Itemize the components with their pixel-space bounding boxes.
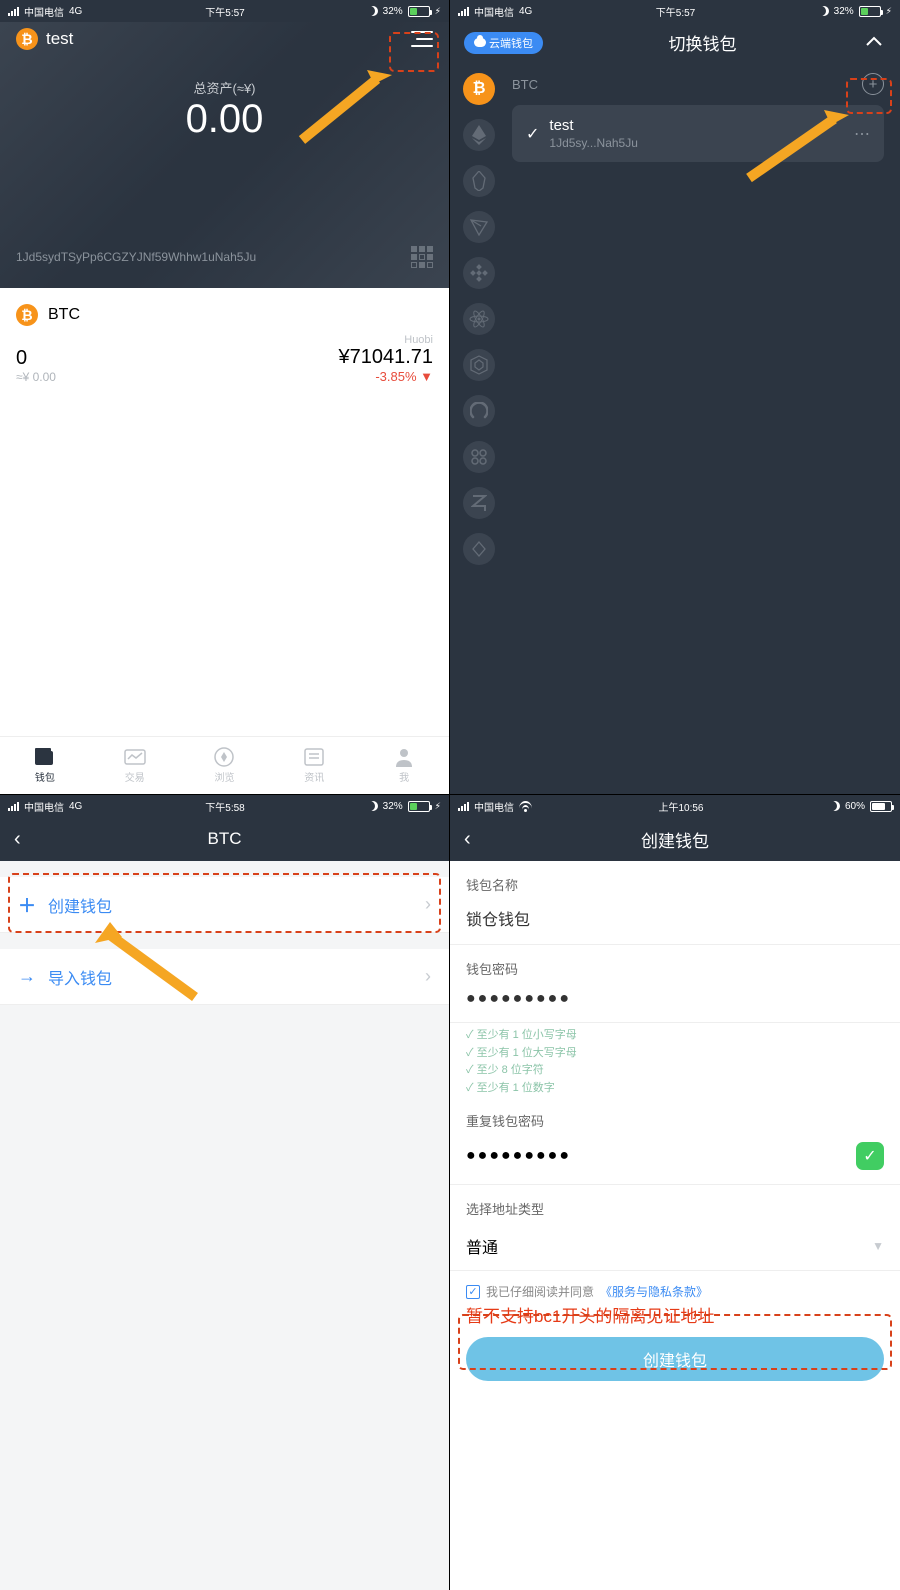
person-icon	[393, 747, 415, 767]
check-ok-icon: ✓	[856, 1142, 884, 1170]
chain-sidebar: ₿	[450, 63, 508, 789]
wifi-icon	[519, 801, 532, 811]
section-label: BTC	[512, 77, 538, 92]
status-bar: 中国电信4G 下午5:57 32%⚡︎	[450, 0, 900, 22]
chain-atom[interactable]	[463, 303, 495, 335]
highlight-create	[8, 873, 441, 933]
wallet-icon	[34, 747, 56, 767]
chevron-right-icon: ›	[425, 966, 431, 987]
repeat-password-input[interactable]: ●●●●●●●●●	[466, 1147, 856, 1165]
agree-row[interactable]: ✓ 我已仔细阅读并同意 《服务与隐私条款》	[450, 1271, 900, 1302]
chain-ont[interactable]	[463, 395, 495, 427]
highlight-add	[846, 78, 892, 114]
cloud-icon	[474, 38, 486, 47]
chain-coin8[interactable]	[463, 441, 495, 473]
address-type-select[interactable]: 普通 ▼	[450, 1222, 900, 1271]
chain-eth[interactable]	[463, 119, 495, 151]
name-label: 钱包名称	[450, 861, 900, 898]
status-bar: 中国电信4G 下午5:57 32%⚡︎	[0, 0, 449, 22]
status-bar: 中国电信4G 下午5:58 32%⚡︎	[0, 795, 449, 817]
wallet-address[interactable]: 1Jd5sydTSyPp6CGZYJNf59Whhw1uNah5Ju	[16, 250, 399, 264]
page-title: 切换钱包	[555, 30, 850, 55]
compass-icon	[213, 747, 235, 767]
more-icon[interactable]: ⋯	[854, 124, 870, 144]
chain-iost[interactable]	[463, 349, 495, 381]
chain-bnb[interactable]	[463, 257, 495, 289]
terms-link[interactable]: 《服务与隐私条款》	[600, 1283, 708, 1300]
back-button[interactable]: ‹	[464, 828, 488, 851]
chain-zil[interactable]	[463, 487, 495, 519]
import-wallet-row[interactable]: → 导入钱包 ›	[0, 949, 449, 1005]
check-icon: ✓	[526, 124, 539, 144]
tab-news[interactable]: 资讯	[269, 737, 359, 794]
coin-balance: 0	[16, 347, 56, 370]
coin-price: ¥71041.71	[338, 346, 433, 369]
agree-checkbox[interactable]: ✓	[466, 1285, 480, 1299]
total-assets-amount: 0.00	[0, 97, 449, 142]
password-rules: 至少有 1 位小写字母至少有 1 位大写字母至少 8 位字符至少有 1 位数字	[450, 1023, 900, 1097]
coin-change: -3.85% ▼	[338, 369, 433, 384]
arrow-right-icon: →	[18, 966, 36, 987]
back-button[interactable]: ‹	[14, 828, 38, 851]
coin-label: BTC	[48, 306, 80, 324]
news-icon	[303, 747, 325, 767]
wallet-name: test	[46, 29, 73, 49]
battery-icon	[408, 6, 430, 17]
caret-down-icon: ▼	[872, 1239, 884, 1253]
page-title: 创建钱包	[488, 827, 862, 852]
tab-me[interactable]: 我	[359, 737, 449, 794]
moon-icon	[368, 6, 378, 16]
charge-icon: ⚡︎	[435, 6, 441, 17]
coin-fiat: ≈¥ 0.00	[16, 370, 56, 384]
btc-icon: ₿	[16, 28, 38, 50]
cloud-wallet-pill[interactable]: 云端钱包	[464, 32, 543, 54]
status-bar: 中国电信 上午10:56 60%	[450, 795, 900, 817]
wallet-card[interactable]: ✓ test 1Jd5sy...Nah5Ju ⋯	[512, 105, 884, 162]
chain-more[interactable]	[463, 533, 495, 565]
password-input[interactable]: ●●●●●●●●●	[450, 982, 900, 1023]
qr-icon[interactable]	[411, 246, 433, 268]
highlight-type	[458, 1314, 892, 1370]
signal-icon	[8, 7, 19, 16]
chain-eos[interactable]	[463, 165, 495, 197]
highlight-menu	[389, 32, 439, 72]
trade-icon	[124, 747, 146, 767]
name-input[interactable]: 锁仓钱包	[450, 898, 900, 945]
tab-wallet[interactable]: 钱包	[0, 737, 90, 794]
total-assets-label: 总资产(≈¥)	[0, 78, 449, 97]
tab-browse[interactable]: 浏览	[180, 737, 270, 794]
tab-bar: 钱包 交易 浏览 资讯 我	[0, 736, 449, 794]
page-title: BTC	[38, 829, 411, 849]
tab-trade[interactable]: 交易	[90, 737, 180, 794]
wallet-addr-short: 1Jd5sy...Nah5Ju	[549, 136, 638, 150]
repeat-password-label: 重复钱包密码	[450, 1097, 900, 1134]
wallet-name: test	[549, 117, 638, 134]
chain-btc[interactable]: ₿	[463, 73, 495, 105]
password-label: 钱包密码	[450, 945, 900, 982]
exchange-label: Huobi	[338, 334, 433, 346]
btc-coin-icon: ₿	[16, 304, 38, 326]
collapse-button[interactable]	[862, 34, 886, 52]
chain-trx[interactable]	[463, 211, 495, 243]
type-label: 选择地址类型	[450, 1185, 900, 1222]
